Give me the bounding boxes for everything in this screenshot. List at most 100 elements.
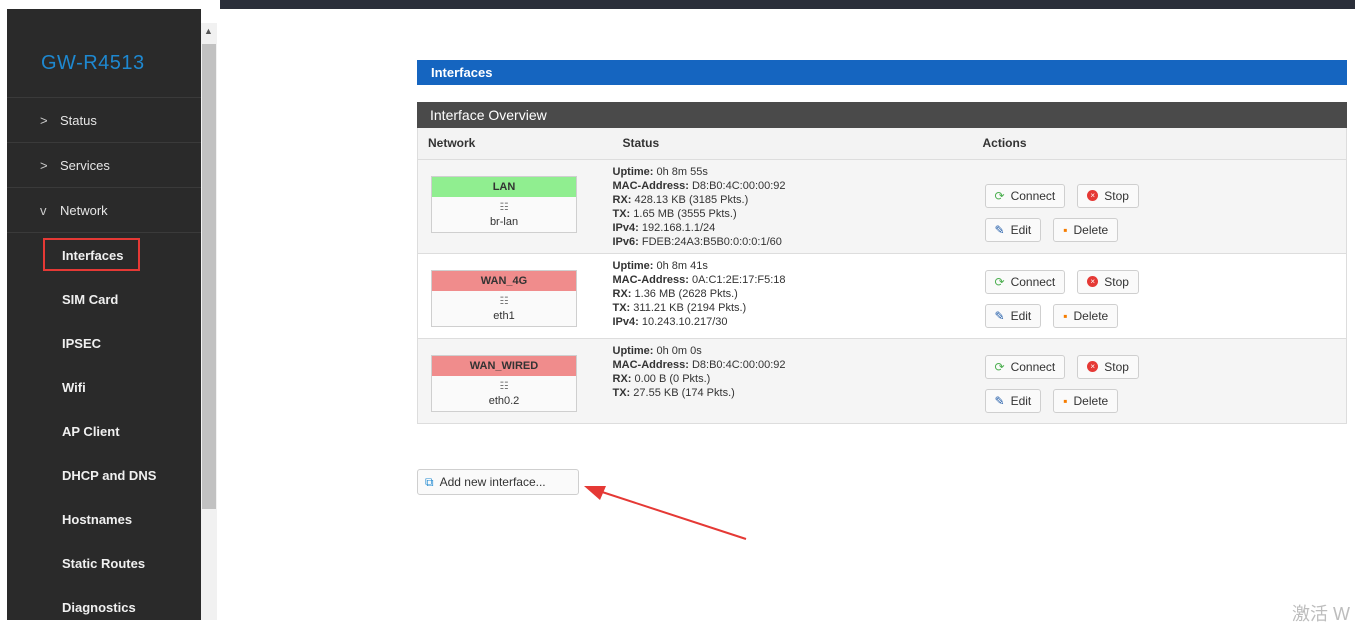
status-key: RX:	[612, 372, 632, 385]
edit-button[interactable]: ✎ Edit	[984, 388, 1042, 413]
status-value: 27.55 KB (174 Pkts.)	[633, 386, 735, 399]
sidebar-item-label: Wifi	[62, 379, 86, 395]
interface-status: Uptime: 0h 8m 41s MAC-Address: 0A:C1:2E:1…	[613, 254, 973, 333]
delete-label: Delete	[1073, 222, 1109, 237]
trash-icon: ▪	[1063, 222, 1068, 237]
sidebar-item-label: Diagnostics	[62, 599, 136, 615]
edit-label: Edit	[1010, 308, 1032, 323]
sidebar: GW-R4513 > Status > Services v Network Interf…	[7, 9, 201, 620]
status-key: RX:	[612, 287, 632, 300]
nav-item-label: Services	[60, 157, 110, 173]
delete-label: Delete	[1073, 308, 1109, 323]
status-line: IPv4: 192.168.1.1/24	[613, 221, 973, 235]
sidebar-item-interfaces[interactable]: Interfaces	[7, 233, 201, 277]
interface-badge[interactable]: WAN_4G ☷ eth1	[431, 269, 577, 327]
stop-label: Stop	[1104, 188, 1129, 203]
edit-button[interactable]: ✎ Edit	[984, 303, 1042, 328]
sidebar-item-static-routes[interactable]: Static Routes	[7, 541, 201, 585]
table-row: WAN_WIRED ☷ eth0.2 Uptime: 0h 0m 0s MAC-Addr…	[417, 338, 1347, 424]
interface-device-box: ☷ eth1	[432, 291, 576, 326]
status-line: TX: 1.65 MB (3555 Pkts.)	[613, 207, 973, 221]
reload-icon: ⟳	[994, 188, 1005, 203]
status-key: MAC-Address:	[612, 273, 689, 286]
status-line: Uptime: 0h 8m 41s	[613, 259, 973, 273]
connect-button[interactable]: ⟳ Connect	[984, 183, 1066, 208]
interface-device: br-lan	[489, 215, 519, 228]
delete-button[interactable]: ▪ Delete	[1053, 217, 1119, 242]
sidebar-scroll-thumb[interactable]	[202, 44, 216, 509]
status-line: IPv4: 10.243.10.217/30	[613, 315, 973, 329]
interface-status: Uptime: 0h 8m 55s MAC-Address: D8:B0:4C:0…	[613, 160, 973, 253]
status-value: 311.21 KB (2194 Pkts.)	[633, 301, 747, 314]
delete-button[interactable]: ▪ Delete	[1053, 303, 1119, 328]
nav-item-services[interactable]: > Services	[7, 143, 201, 188]
status-cell: Uptime: 0h 8m 41s MAC-Address: 0A:C1:2E:1…	[612, 253, 973, 339]
status-key: IPv4:	[612, 221, 639, 234]
connect-label: Connect	[1010, 359, 1056, 374]
page-title: Interfaces	[417, 60, 1347, 85]
status-line: RX: 0.00 B (0 Pkts.)	[613, 372, 973, 386]
connect-button[interactable]: ⟳ Connect	[984, 354, 1066, 379]
sidebar-item-label: Hostnames	[62, 511, 133, 527]
status-key: TX:	[612, 301, 631, 314]
status-value: 10.243.10.217/30	[641, 315, 728, 328]
status-key: RX:	[612, 193, 632, 206]
chevron-right-icon: >	[40, 112, 48, 128]
network-cell: LAN ☷ br-lan	[417, 159, 613, 254]
main-content: Interfaces Interface Overview Network St…	[417, 60, 1347, 424]
interface-device: eth1	[493, 309, 515, 322]
status-value: FDEB:24A3:B5B0:0:0:0:1/60	[641, 235, 782, 248]
bridge-icon: ☷	[499, 201, 509, 213]
trash-icon: ▪	[1063, 393, 1068, 408]
nav-item-network[interactable]: v Network	[7, 188, 201, 233]
sidebar-item-dhcp-and-dns[interactable]: DHCP and DNS	[7, 453, 201, 497]
interface-status: Uptime: 0h 0m 0s MAC-Address: D8:B0:4C:00…	[613, 339, 973, 404]
sidebar-item-wifi[interactable]: Wifi	[7, 365, 201, 409]
table-row: WAN_4G ☷ eth1 Uptime: 0h 8m 41s MAC-Address:…	[417, 253, 1347, 339]
delete-label: Delete	[1073, 393, 1109, 408]
sidebar-item-label: SIM Card	[62, 291, 119, 307]
edit-button[interactable]: ✎ Edit	[984, 217, 1042, 242]
stop-button[interactable]: × Stop	[1077, 354, 1139, 379]
nav-item-status[interactable]: > Status	[7, 98, 201, 143]
sidebar-item-sim-card[interactable]: SIM Card	[7, 277, 201, 321]
stop-button[interactable]: × Stop	[1077, 269, 1139, 294]
switch-icon: ☷	[499, 380, 509, 392]
add-new-interface-button[interactable]: ⧉ Add new interface...	[417, 469, 579, 495]
delete-button[interactable]: ▪ Delete	[1053, 388, 1119, 413]
sidebar-item-hostnames[interactable]: Hostnames	[7, 497, 201, 541]
status-key: MAC-Address:	[612, 358, 689, 371]
ethernet-icon: ☷	[499, 295, 509, 307]
status-line: TX: 27.55 KB (174 Pkts.)	[613, 386, 973, 400]
network-cell: WAN_4G ☷ eth1	[417, 253, 613, 339]
status-line: Uptime: 0h 8m 55s	[613, 165, 973, 179]
sidebar-item-label: DHCP and DNS	[62, 467, 157, 483]
reload-icon: ⟳	[994, 274, 1005, 289]
stop-label: Stop	[1104, 274, 1129, 289]
chevron-right-icon: >	[40, 157, 48, 173]
interface-name: WAN_4G	[432, 270, 576, 291]
sidebar-item-ipsec[interactable]: IPSEC	[7, 321, 201, 365]
stop-label: Stop	[1104, 359, 1129, 374]
brand-logo[interactable]: GW-R4513	[7, 9, 201, 98]
activation-watermark: 激活 W	[1292, 604, 1350, 624]
interface-badge[interactable]: LAN ☷ br-lan	[431, 175, 577, 233]
edit-label: Edit	[1010, 393, 1032, 408]
status-value: 0.00 B (0 Pkts.)	[634, 372, 711, 385]
column-header-status: Status	[612, 128, 973, 160]
stop-button[interactable]: × Stop	[1077, 183, 1139, 208]
column-header-network: Network	[417, 128, 613, 160]
interface-badge[interactable]: WAN_WIRED ☷ eth0.2	[431, 354, 577, 412]
sidebar-item-diagnostics[interactable]: Diagnostics	[7, 585, 201, 629]
table-row: LAN ☷ br-lan Uptime: 0h 8m 55s MAC-Address: …	[417, 159, 1347, 254]
connect-button[interactable]: ⟳ Connect	[984, 269, 1066, 294]
scroll-up-icon[interactable]: ▲	[204, 26, 213, 36]
sidebar-item-ap-client[interactable]: AP Client	[7, 409, 201, 453]
interface-device: eth0.2	[488, 394, 520, 407]
status-line: IPv6: FDEB:24A3:B5B0:0:0:0:1/60	[613, 235, 973, 249]
stop-icon: ×	[1087, 276, 1099, 287]
nav-item-label: Network	[60, 202, 108, 218]
status-line: MAC-Address: D8:B0:4C:00:00:92	[613, 358, 973, 372]
actions-cell: ⟳ Connect × Stop ✎ Edit ▪ Delete	[972, 338, 1347, 424]
edit-icon: ✎	[994, 222, 1005, 237]
